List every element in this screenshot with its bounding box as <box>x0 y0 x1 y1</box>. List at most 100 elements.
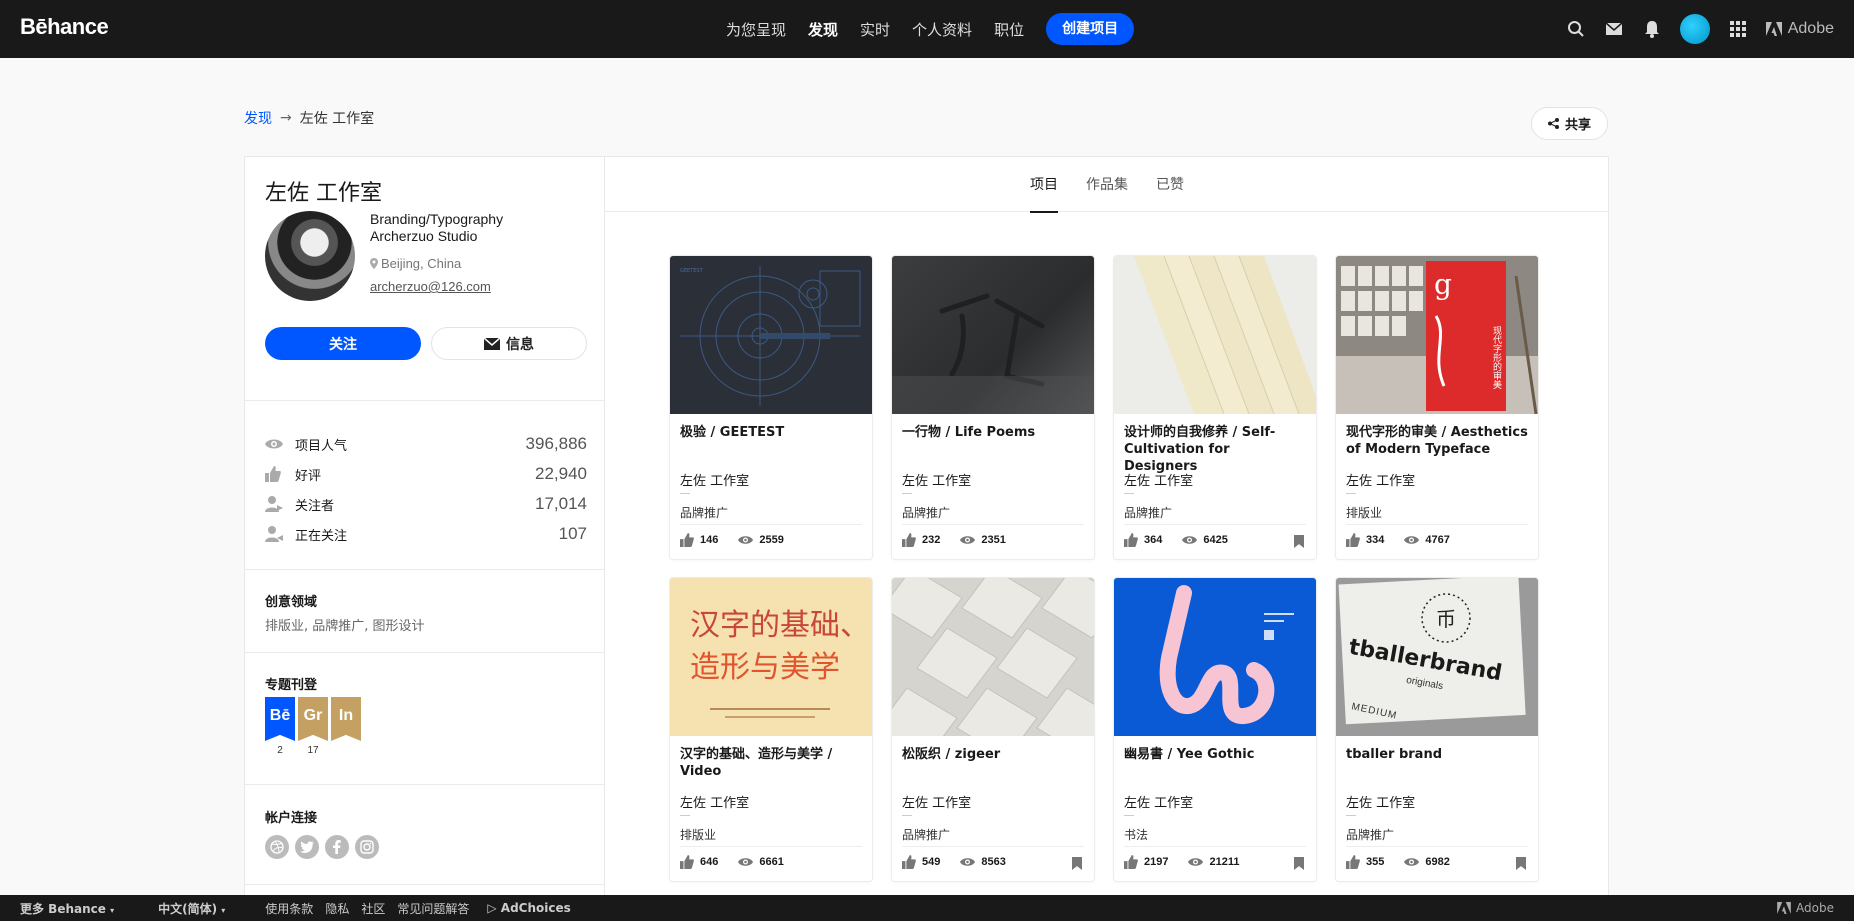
project-owner[interactable]: 左佐 工作室 <box>680 792 749 811</box>
project-owner[interactable]: 左佐 工作室 <box>1346 792 1415 811</box>
footer-language[interactable]: 中文(简体) ▾ <box>158 900 225 917</box>
project-thumbnail[interactable] <box>1114 256 1316 414</box>
footer-faq-link[interactable]: 常见问题解答 <box>397 900 469 917</box>
eye-icon <box>738 858 754 866</box>
footer-terms-link[interactable]: 使用条款 <box>265 900 313 917</box>
adobe-link[interactable]: Adobe <box>1765 20 1834 38</box>
project-card[interactable]: 一行物 / Life Poems 左佐 工作室 品牌推广 232 2351 <box>892 256 1094 559</box>
project-likes: 646 <box>700 856 719 868</box>
project-title[interactable]: tballer brand <box>1346 746 1528 763</box>
project-stats: 364 6425 <box>1124 533 1228 547</box>
project-card[interactable]: 松阪织 / zigeer 左佐 工作室 品牌推广 549 8563 <box>892 578 1094 881</box>
profile-email-link[interactable]: archerzuo@126.com <box>370 278 503 295</box>
project-card[interactable]: 币 tballerbrand originals MEDIUM tballer … <box>1336 578 1538 881</box>
follow-button[interactable]: 关注 <box>265 327 421 360</box>
profile-location-text: Beijing, China <box>381 256 462 271</box>
project-title[interactable]: 一行物 / Life Poems <box>902 424 1084 441</box>
project-owner[interactable]: 左佐 工作室 <box>902 470 971 489</box>
badge-behance[interactable]: Bē 2 <box>265 697 295 756</box>
project-card[interactable]: 汉字的基础、 造形与美学 汉字的基础、造形与美学 / Video 左佐 工作室 … <box>670 578 872 881</box>
breadcrumb-arrow: → <box>280 110 292 126</box>
dribbble-icon[interactable] <box>265 835 289 859</box>
project-thumbnail[interactable]: 币 tballerbrand originals MEDIUM <box>1336 578 1538 736</box>
message-button[interactable]: 信息 <box>431 327 587 360</box>
create-project-button[interactable]: 创建项目 <box>1046 13 1135 45</box>
divider <box>1124 493 1134 494</box>
project-owner[interactable]: 左佐 工作室 <box>902 792 971 811</box>
tab-collections[interactable]: 作品集 <box>1086 157 1128 212</box>
project-owner[interactable]: 左佐 工作室 <box>1346 470 1415 489</box>
badge-graphic-design[interactable]: Gr 17 <box>298 697 328 756</box>
badge-count: 2 <box>277 745 283 756</box>
project-field: 品牌推广 <box>902 828 951 842</box>
breadcrumb-discover-link[interactable]: 发现 <box>244 108 272 128</box>
project-title[interactable]: 极验 / GEETEST <box>680 424 862 441</box>
search-icon[interactable] <box>1566 19 1586 39</box>
nav-live[interactable]: 实时 <box>860 19 890 40</box>
bookmark-icon[interactable] <box>1072 857 1082 870</box>
project-owner[interactable]: 左佐 工作室 <box>1124 792 1193 811</box>
mail-icon[interactable] <box>1604 19 1624 39</box>
project-title[interactable]: 松阪织 / zigeer <box>902 746 1084 763</box>
nav-jobs[interactable]: 职位 <box>994 19 1024 40</box>
badge-interaction[interactable]: In <box>331 697 361 741</box>
project-thumbnail[interactable] <box>1114 578 1316 736</box>
breadcrumb-current: 左佐 工作室 <box>299 111 375 127</box>
divider <box>902 846 1084 847</box>
profile-avatar[interactable] <box>265 211 355 301</box>
eye-icon <box>265 436 287 452</box>
project-title[interactable]: 设计师的自我修养 / Self-Cultivation for Designer… <box>1124 424 1306 475</box>
project-card[interactable]: 幽易書 / Yee Gothic 左佐 工作室 书法 2197 21211 <box>1114 578 1316 881</box>
bookmark-icon[interactable] <box>1516 857 1526 870</box>
project-thumbnail[interactable]: g 现代字形的审美 <box>1336 256 1538 414</box>
eye-icon <box>1404 536 1420 544</box>
thumbs-up-icon <box>680 855 694 869</box>
project-card[interactable]: 设计师的自我修养 / Self-Cultivation for Designer… <box>1114 256 1316 559</box>
twitter-icon[interactable] <box>295 835 319 859</box>
tab-projects[interactable]: 项目 <box>1030 157 1058 213</box>
bell-icon[interactable] <box>1642 19 1662 39</box>
featured-title: 专题刊登 <box>265 678 318 693</box>
chevron-down-icon: ▾ <box>221 905 226 915</box>
top-navigation-bar: Bēhance 为您呈现 发现 实时 个人资料 职位 创建项目 Adobe <box>0 0 1854 58</box>
project-stats: 146 2559 <box>680 533 784 547</box>
footer-more-behance[interactable]: 更多 Behance ▾ <box>20 900 114 917</box>
footer-privacy-link[interactable]: 隐私 <box>325 900 349 917</box>
project-title[interactable]: 幽易書 / Yee Gothic <box>1124 746 1306 763</box>
account-links-title: 帐户连接 <box>265 811 318 826</box>
bookmark-icon[interactable] <box>1294 535 1304 548</box>
project-card[interactable]: g 现代字形的审美 现代字形的审美 / Aesthetics of Modern… <box>1336 256 1538 559</box>
footer-adobe-link[interactable]: Adobe <box>1777 901 1834 915</box>
footer-adchoices-link[interactable]: ▷ AdChoices <box>487 901 570 915</box>
adobe-label: Adobe <box>1787 20 1834 37</box>
share-button[interactable]: 共享 <box>1531 107 1608 140</box>
nav-discover[interactable]: 发现 <box>808 19 838 40</box>
footer-more-label: 更多 Behance <box>20 901 106 916</box>
footer-bar: 更多 Behance ▾ 中文(简体) ▾ 使用条款 隐私 社区 常见问题解答 … <box>0 895 1854 921</box>
project-thumbnail[interactable]: 汉字的基础、 造形与美学 <box>670 578 872 736</box>
nav-for-you[interactable]: 为您呈现 <box>726 19 786 40</box>
facebook-icon[interactable] <box>325 835 349 859</box>
instagram-icon[interactable] <box>355 835 379 859</box>
project-card[interactable]: GEETEST 极验 / GEETEST 左佐 工作室 品牌推广 146 255… <box>670 256 872 559</box>
apps-grid-icon[interactable] <box>1728 19 1748 39</box>
project-thumbnail[interactable] <box>892 256 1094 414</box>
project-thumbnail[interactable]: GEETEST <box>670 256 872 414</box>
user-avatar[interactable] <box>1679 14 1710 44</box>
tab-appreciated[interactable]: 已赞 <box>1156 157 1184 212</box>
share-icon <box>1547 118 1559 129</box>
project-title[interactable]: 现代字形的审美 / Aesthetics of Modern Typeface <box>1346 424 1528 458</box>
project-thumbnail[interactable] <box>892 578 1094 736</box>
project-owner[interactable]: 左佐 工作室 <box>680 470 749 489</box>
project-stats: 355 6982 <box>1346 855 1450 869</box>
behance-logo[interactable]: Bēhance <box>20 14 109 40</box>
profile-name: 左佐 工作室 <box>265 181 382 206</box>
nav-profile[interactable]: 个人资料 <box>912 19 972 40</box>
project-owner[interactable]: 左佐 工作室 <box>1124 470 1193 489</box>
project-title[interactable]: 汉字的基础、造形与美学 / Video <box>680 746 862 780</box>
bookmark-icon[interactable] <box>1294 857 1304 870</box>
footer-community-link[interactable]: 社区 <box>361 900 385 917</box>
project-field: 品牌推广 <box>1346 828 1395 842</box>
project-views: 4767 <box>1425 534 1450 546</box>
project-likes: 146 <box>700 534 719 546</box>
